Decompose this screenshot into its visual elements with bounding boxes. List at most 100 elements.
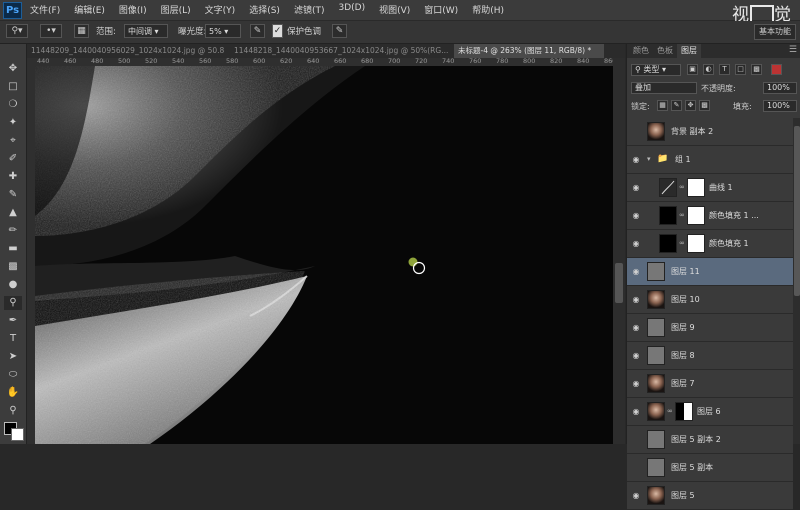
layer-visibility-eye-icon[interactable] [631, 127, 641, 137]
layer-visibility-eye-icon[interactable]: ◉ [631, 239, 641, 249]
menu-item[interactable]: 文字(Y) [205, 3, 236, 16]
layer-thumbnail[interactable] [647, 290, 665, 309]
menu-item[interactable]: 3D(D) [338, 3, 365, 16]
brush-tool-icon[interactable]: ✎ [4, 188, 22, 202]
menu-item[interactable]: 文件(F) [30, 3, 60, 16]
eyedropper-tool-icon[interactable]: ✐ [4, 152, 22, 166]
tab-layers[interactable]: 图层 [677, 44, 701, 58]
lock-transparent-icon[interactable]: ▦ [657, 100, 668, 111]
mask-link-icon[interactable]: ∞ [667, 407, 673, 415]
hand-tool-icon[interactable]: ✋ [4, 386, 22, 400]
healing-brush-tool-icon[interactable]: ✚ [4, 170, 22, 184]
menu-item[interactable]: 滤镜(T) [294, 3, 325, 16]
blend-mode-select[interactable]: 叠加 [631, 82, 697, 94]
layer-thumbnail[interactable] [647, 486, 665, 505]
layer-mask-thumbnail[interactable] [687, 178, 705, 197]
menu-item[interactable]: 视图(V) [379, 3, 410, 16]
menu-item[interactable]: 选择(S) [249, 3, 280, 16]
exposure-input[interactable]: 5% ▾ [205, 24, 241, 38]
layer-mask-thumbnail[interactable] [687, 206, 705, 225]
layer-row[interactable]: ◉ ▾ 📁 组 1 [627, 146, 793, 174]
mask-link-icon[interactable]: ∞ [679, 211, 685, 219]
layer-visibility-eye-icon[interactable]: ◉ [631, 183, 641, 193]
tab-document-2[interactable]: 11448218_1440040953667_1024x1024.jpg @ 5… [230, 44, 448, 58]
layer-row[interactable]: ◉ 图层 7 [627, 370, 793, 398]
opacity-input[interactable]: 100% [763, 82, 797, 94]
menu-item[interactable]: 图层(L) [161, 3, 191, 16]
layer-thumbnail[interactable] [647, 402, 665, 421]
lasso-tool-icon[interactable]: ❍ [4, 98, 22, 112]
layer-thumbnail[interactable] [659, 234, 677, 253]
panel-menu-icon[interactable]: ☰ [789, 45, 797, 55]
group-expand-icon[interactable]: ▾ [647, 155, 651, 163]
marquee-tool-icon[interactable]: □ [4, 80, 22, 94]
mask-link-icon[interactable]: ∞ [679, 239, 685, 247]
menu-item[interactable]: 图像(I) [119, 3, 147, 16]
path-select-tool-icon[interactable]: ➤ [4, 350, 22, 364]
canvas-scroll-thumb[interactable] [615, 263, 623, 303]
layer-visibility-eye-icon[interactable]: ◉ [631, 267, 641, 277]
layer-thumbnail[interactable] [647, 262, 665, 281]
layer-row[interactable]: ◉ ∞ 颜色填充 1 [627, 230, 793, 258]
move-tool-icon[interactable]: ✥ [4, 62, 22, 76]
layer-visibility-eye-icon[interactable]: ◉ [631, 407, 641, 417]
pressure-size-icon[interactable]: ✎ [332, 24, 347, 38]
layer-thumbnail[interactable] [647, 346, 665, 365]
layer-row[interactable]: 背景 副本 2 [627, 118, 793, 146]
layer-thumbnail[interactable] [659, 206, 677, 225]
layer-row[interactable]: ◉ 图层 5 [627, 482, 793, 510]
pen-tool-icon[interactable]: ✒ [4, 314, 22, 328]
menu-item[interactable]: 窗口(W) [424, 3, 458, 16]
tab-color[interactable]: 颜色 [629, 44, 653, 58]
type-tool-icon[interactable]: T [4, 332, 22, 346]
filter-pixel-icon[interactable]: ▣ [687, 64, 698, 75]
layer-thumbnail[interactable] [647, 318, 665, 337]
layer-row[interactable]: 图层 5 副本 2 [627, 426, 793, 454]
filter-type-icon[interactable]: T [719, 64, 730, 75]
layer-thumbnail[interactable] [647, 430, 665, 449]
fill-input[interactable]: 100% [763, 100, 797, 112]
layers-scrollbar[interactable] [793, 118, 800, 444]
layer-thumbnail[interactable] [659, 178, 677, 197]
shape-tool-icon[interactable]: ⬭ [4, 368, 22, 382]
layer-mask-thumbnail[interactable] [687, 234, 705, 253]
workspace-select[interactable]: 基本功能 [754, 24, 796, 40]
lock-all-icon[interactable]: ▩ [699, 100, 710, 111]
mask-link-icon[interactable]: ∞ [679, 183, 685, 191]
layer-visibility-eye-icon[interactable]: ◉ [631, 323, 641, 333]
canvas-vertical-scrollbar[interactable] [613, 58, 625, 444]
filter-adjust-icon[interactable]: ◐ [703, 64, 714, 75]
tab-document-active[interactable]: 未标题-4 @ 263% (图层 11, RGB/8) * [454, 44, 604, 58]
airbrush-icon[interactable]: ✎ [250, 24, 265, 38]
document-canvas[interactable] [35, 66, 613, 444]
layer-row[interactable]: ◉ 图层 11 [627, 258, 793, 286]
layer-thumbnail[interactable] [647, 458, 665, 477]
filter-toggle-icon[interactable] [771, 64, 782, 75]
clone-stamp-tool-icon[interactable]: ▲ [4, 206, 22, 220]
layer-visibility-eye-icon[interactable] [631, 463, 641, 473]
layer-visibility-eye-icon[interactable]: ◉ [631, 491, 641, 501]
layers-scroll-thumb[interactable] [794, 126, 800, 296]
layer-row[interactable]: ◉ ∞ 曲线 1 [627, 174, 793, 202]
eraser-tool-icon[interactable]: ▬ [4, 242, 22, 256]
layer-filter-select[interactable]: ⚲ 类型 ▾ [631, 64, 681, 76]
gradient-tool-icon[interactable]: ▩ [4, 260, 22, 274]
dodge-tool-preset-icon[interactable]: ⚲▾ [6, 24, 28, 38]
layer-row[interactable]: ◉ 图层 8 [627, 342, 793, 370]
layer-row[interactable]: 图层 5 副本 [627, 454, 793, 482]
blur-tool-icon[interactable]: ● [4, 278, 22, 292]
tab-swatches[interactable]: 色板 [653, 44, 677, 58]
brush-panel-icon[interactable]: ▦ [74, 24, 89, 38]
lock-position-icon[interactable]: ✥ [685, 100, 696, 111]
zoom-tool-icon[interactable]: ⚲ [4, 404, 22, 418]
crop-tool-icon[interactable]: ⌖ [4, 134, 22, 148]
layer-visibility-eye-icon[interactable]: ◉ [631, 379, 641, 389]
layer-row[interactable]: ◉ ∞ 颜色填充 1 ... [627, 202, 793, 230]
layer-thumbnail[interactable] [647, 374, 665, 393]
layer-row[interactable]: ◉ ∞ 图层 6 [627, 398, 793, 426]
layer-visibility-eye-icon[interactable]: ◉ [631, 295, 641, 305]
layer-visibility-eye-icon[interactable]: ◉ [631, 211, 641, 221]
filter-shape-icon[interactable]: □ [735, 64, 746, 75]
menu-item[interactable]: 帮助(H) [472, 3, 504, 16]
layer-mask-thumbnail[interactable] [675, 402, 693, 421]
